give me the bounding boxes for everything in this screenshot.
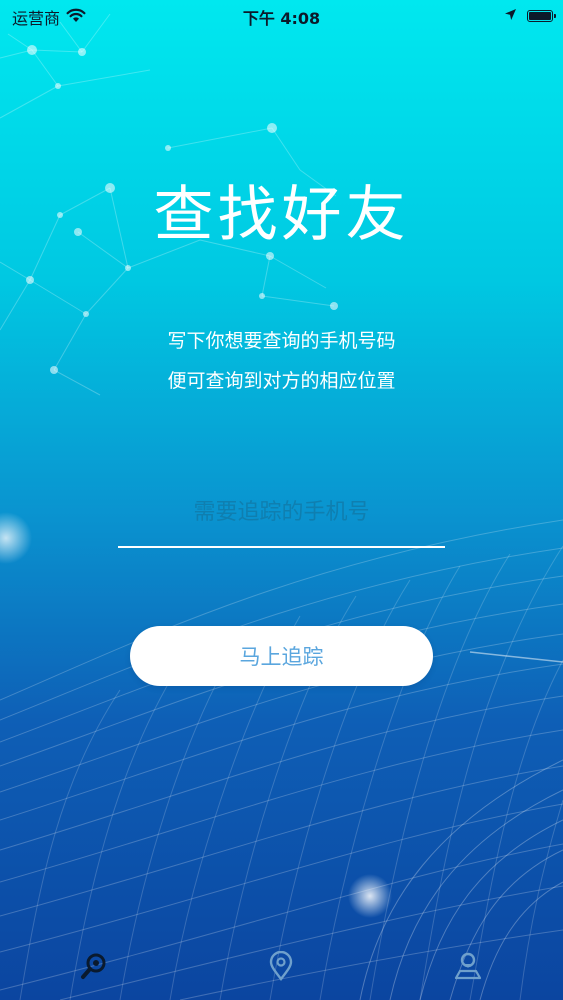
phone-number-input[interactable] (118, 490, 445, 534)
subtitle-line-2: 便可查询到对方的相应位置 (167, 370, 396, 392)
tab-search[interactable] (74, 948, 114, 988)
input-underline (118, 546, 445, 548)
battery-fill (529, 11, 551, 20)
location-arrow-icon (504, 6, 517, 25)
track-now-button[interactable]: 马上追踪 (130, 626, 433, 686)
status-time: 下午 4:08 (242, 9, 321, 28)
user-pin-icon (453, 951, 483, 985)
status-bar: 运营商 下午 4:08 (0, 0, 563, 30)
tab-location[interactable] (261, 948, 301, 988)
search-icon (79, 951, 109, 985)
page-title: 查找好友 (153, 180, 410, 250)
subtitle-line-1: 写下你想要查询的手机号码 (167, 330, 396, 352)
location-pin-icon (268, 950, 294, 985)
tab-user[interactable] (448, 948, 488, 988)
battery-icon (527, 9, 556, 22)
tab-bar (0, 940, 563, 1000)
status-right (504, 6, 556, 25)
